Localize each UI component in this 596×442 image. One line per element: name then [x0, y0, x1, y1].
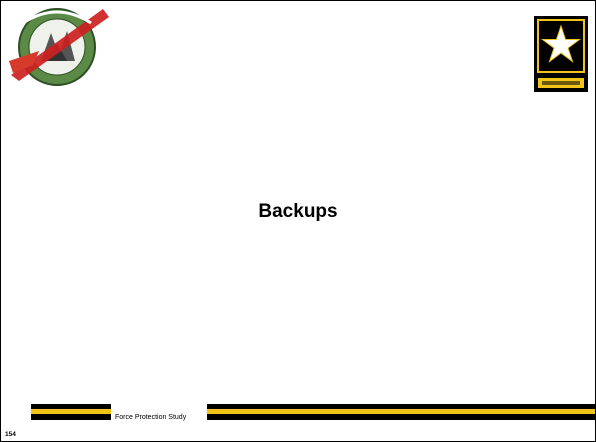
- army-star-logo: [534, 16, 588, 92]
- insignia-logo: [9, 8, 109, 86]
- slide: Backups Force Protection Study 154: [0, 0, 596, 442]
- footer-label: Force Protection Study: [115, 414, 187, 421]
- page-number: 154: [5, 431, 16, 438]
- slide-title: Backups: [258, 201, 338, 222]
